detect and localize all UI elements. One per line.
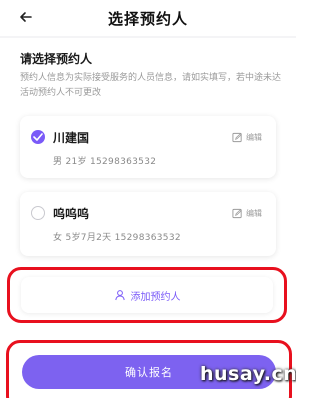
participant-card[interactable]: 呜呜呜 编辑 女 5岁7月2天 15298363532: [20, 192, 276, 256]
user-icon: [114, 290, 125, 301]
header: 选择预约人: [0, 0, 296, 36]
edit-label: 编辑: [246, 132, 262, 142]
edit-icon: [232, 132, 242, 142]
notice-text: 预约人信息为实际接受服务的人员信息，请如实填写，若中途未达活动预约人不可更改: [20, 73, 282, 98]
participant-section: 请选择预约人 预约人信息为实际接受服务的人员信息，请如实填写，若中途未达活动预约…: [0, 38, 296, 398]
add-participant-label: 添加预约人: [130, 291, 181, 303]
watermark: husay.cn: [200, 363, 296, 385]
edit-button[interactable]: 编辑: [232, 131, 262, 143]
participant-detail: 女 5岁7月2天 15298363532: [53, 233, 181, 243]
participant-detail: 男 21岁 15298363532: [53, 157, 157, 167]
participant-name: 川建国: [53, 131, 90, 145]
screen: 选择预约人 请选择预约人 预约人信息为实际接受服务的人员信息，请如实填写，若中途…: [0, 0, 296, 398]
add-participant-highlight: 添加预约人: [7, 267, 287, 323]
page-title: 选择预约人: [107, 10, 188, 28]
edit-label: 编辑: [246, 208, 262, 218]
participant-card[interactable]: 川建国 编辑 男 21岁 15298363532: [20, 116, 276, 178]
participant-name: 呜呜呜: [53, 207, 90, 221]
edit-icon: [232, 208, 242, 218]
confirm-signup-label: 确认报名: [125, 366, 173, 379]
add-participant-button[interactable]: 添加预约人: [21, 277, 273, 313]
edit-button[interactable]: 编辑: [232, 207, 262, 219]
radio-checked-icon[interactable]: [31, 130, 45, 144]
section-title: 请选择预约人: [20, 52, 93, 66]
radio-unchecked-icon[interactable]: [31, 206, 45, 220]
